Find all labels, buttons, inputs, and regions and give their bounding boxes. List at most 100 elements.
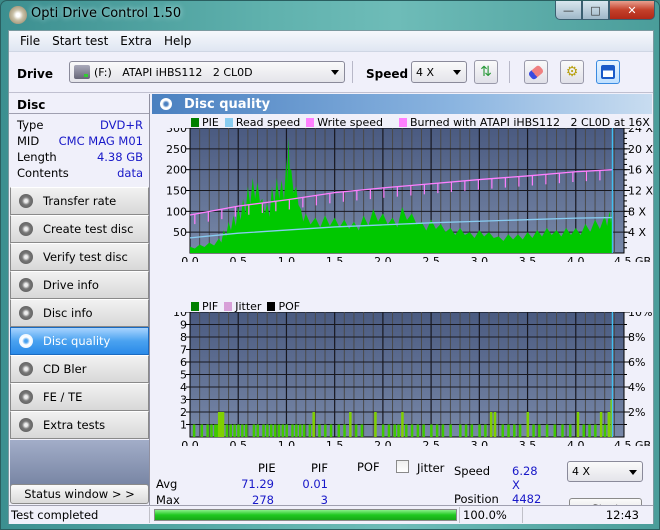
disc-icon xyxy=(19,334,33,348)
nav-label: Disc quality xyxy=(43,334,111,348)
menu-extra[interactable]: Extra xyxy=(114,34,158,48)
nav-label: Extra tests xyxy=(43,418,106,432)
close-button[interactable]: ✕ xyxy=(609,1,655,20)
x-tick-label: 4.0 xyxy=(567,255,585,262)
menu-start-test[interactable]: Start test xyxy=(46,34,114,48)
y2-tick-label: 24 X xyxy=(628,128,653,135)
position-label: Position xyxy=(454,492,499,506)
erase-button[interactable] xyxy=(524,60,548,84)
avg-pie: 71.29 xyxy=(241,477,274,491)
pif-bar xyxy=(252,424,256,437)
pif-bar xyxy=(210,424,213,437)
pif-bar xyxy=(568,424,572,437)
y-tick-label: 10 xyxy=(173,312,187,319)
pif-bar xyxy=(397,424,400,437)
x-tick-label: 4.0 xyxy=(567,439,585,446)
disc-icon xyxy=(19,250,33,264)
toolbar: Drive (F:) ATAPI iHBS112 2 CL0D Speed 4 … xyxy=(9,53,653,93)
x-tick-label: 1.0 xyxy=(278,439,296,446)
disc-length-row: Length 4.38 GB xyxy=(17,150,143,166)
pif-bar xyxy=(270,424,273,437)
nav-verify-test-disc[interactable]: Verify test disc xyxy=(10,243,149,271)
y2-tick-label: 12 X xyxy=(628,185,653,198)
menu-file[interactable]: File xyxy=(14,34,46,48)
chevron-down-icon xyxy=(331,70,339,75)
pif-bar xyxy=(192,424,196,437)
nav-cd-bler[interactable]: CD Bler xyxy=(10,355,149,383)
y2-tick-label: 6% xyxy=(628,356,645,369)
nav-extra-tests[interactable]: Extra tests xyxy=(10,411,149,439)
legend-swatch xyxy=(399,118,407,127)
menu-help[interactable]: Help xyxy=(158,34,197,48)
col-header-pie: PIE xyxy=(258,461,276,475)
disc-section-title: Disc xyxy=(9,94,149,114)
jitter-label: Jitter xyxy=(417,461,445,475)
nav-disc-quality[interactable]: Disc quality xyxy=(10,327,149,355)
y2-tick-label: 4 X xyxy=(628,226,646,239)
pif-bar xyxy=(308,424,312,437)
pif-bar xyxy=(281,424,285,437)
drive-select[interactable]: (F:) ATAPI iHBS112 2 CL0D xyxy=(69,61,345,83)
pif-bar xyxy=(484,424,487,437)
pif-bar xyxy=(360,424,364,437)
save-button[interactable] xyxy=(596,60,620,84)
pif-bar xyxy=(422,424,425,437)
speed-select[interactable]: 4 X xyxy=(411,61,467,83)
y2-tick-label: 20 X xyxy=(628,143,653,156)
pif-bar xyxy=(393,424,396,437)
disc-icon xyxy=(19,306,33,320)
app-window: Opti Drive Control 1.50 — □ ✕ File Start… xyxy=(0,0,660,530)
refresh-button[interactable]: ⇅ xyxy=(474,60,498,84)
pif-bar xyxy=(532,424,535,437)
pif-bar xyxy=(233,424,236,437)
pif-bar xyxy=(538,424,541,437)
test-speed-select[interactable]: 4 X xyxy=(567,461,643,482)
panel-title: Disc quality xyxy=(184,96,271,112)
optical-drive-icon xyxy=(74,65,90,79)
legend-swatch xyxy=(224,302,233,311)
jitter-checkbox[interactable] xyxy=(396,460,409,473)
pif-bar xyxy=(513,424,516,437)
maximize-button[interactable]: □ xyxy=(582,1,609,20)
y-tick-label: 150 xyxy=(166,185,187,198)
pif-bar xyxy=(349,412,352,437)
y-tick-label: 3 xyxy=(180,394,187,407)
disc-quality-panel: Disc quality PIE Read speed Write speed … xyxy=(151,94,653,523)
nav-transfer-rate[interactable]: Transfer rate xyxy=(10,187,149,215)
disc-mid-row: MID CMC MAG M01 xyxy=(17,134,143,150)
pif-bar xyxy=(518,424,522,437)
pif-bar xyxy=(237,424,240,437)
legend-swatch xyxy=(191,302,199,311)
info-label: Contents xyxy=(17,166,69,180)
status-window-button[interactable]: Status window > > xyxy=(10,484,149,504)
menu-bar: File Start test Extra Help xyxy=(9,31,653,52)
window-title: Opti Drive Control 1.50 xyxy=(31,6,182,21)
save-icon xyxy=(601,65,615,79)
pif-bar xyxy=(381,424,385,437)
speed-stat-label: Speed xyxy=(454,464,491,478)
legend-swatch xyxy=(306,118,315,127)
position-value: 4482 xyxy=(512,492,542,506)
pif-bar xyxy=(312,412,315,437)
info-label: Length xyxy=(17,150,57,164)
y-tick-label: 1 xyxy=(180,419,187,432)
sidebar: Disc Type DVD+R MID CMC MAG M01 Length 4.38… xyxy=(9,94,150,524)
pif-bar xyxy=(478,424,481,437)
x-tick-label: 2.5 xyxy=(422,439,440,446)
status-bar: Test completed 100.0% 12:43 xyxy=(9,505,653,524)
nav-fe-te[interactable]: FE / TE xyxy=(10,383,149,411)
pif-bar xyxy=(354,424,358,437)
pif-bar xyxy=(298,424,302,437)
pif-bar xyxy=(435,424,439,437)
x-tick-label: 1.5 xyxy=(326,439,344,446)
settings-button[interactable]: ⚙ xyxy=(560,60,584,84)
avg-pif: 0.01 xyxy=(302,477,328,491)
x-tick-label: 1.5 xyxy=(326,255,344,262)
nav-drive-info[interactable]: Drive info xyxy=(10,271,149,299)
y-tick-label: 250 xyxy=(166,143,187,156)
disc-contents-row: Contents data xyxy=(17,166,143,182)
title-bar[interactable]: Opti Drive Control 1.50 — □ ✕ xyxy=(1,1,660,29)
minimize-button[interactable]: — xyxy=(555,1,582,20)
nav-disc-info[interactable]: Disc info xyxy=(10,299,149,327)
nav-create-test-disc[interactable]: Create test disc xyxy=(10,215,149,243)
